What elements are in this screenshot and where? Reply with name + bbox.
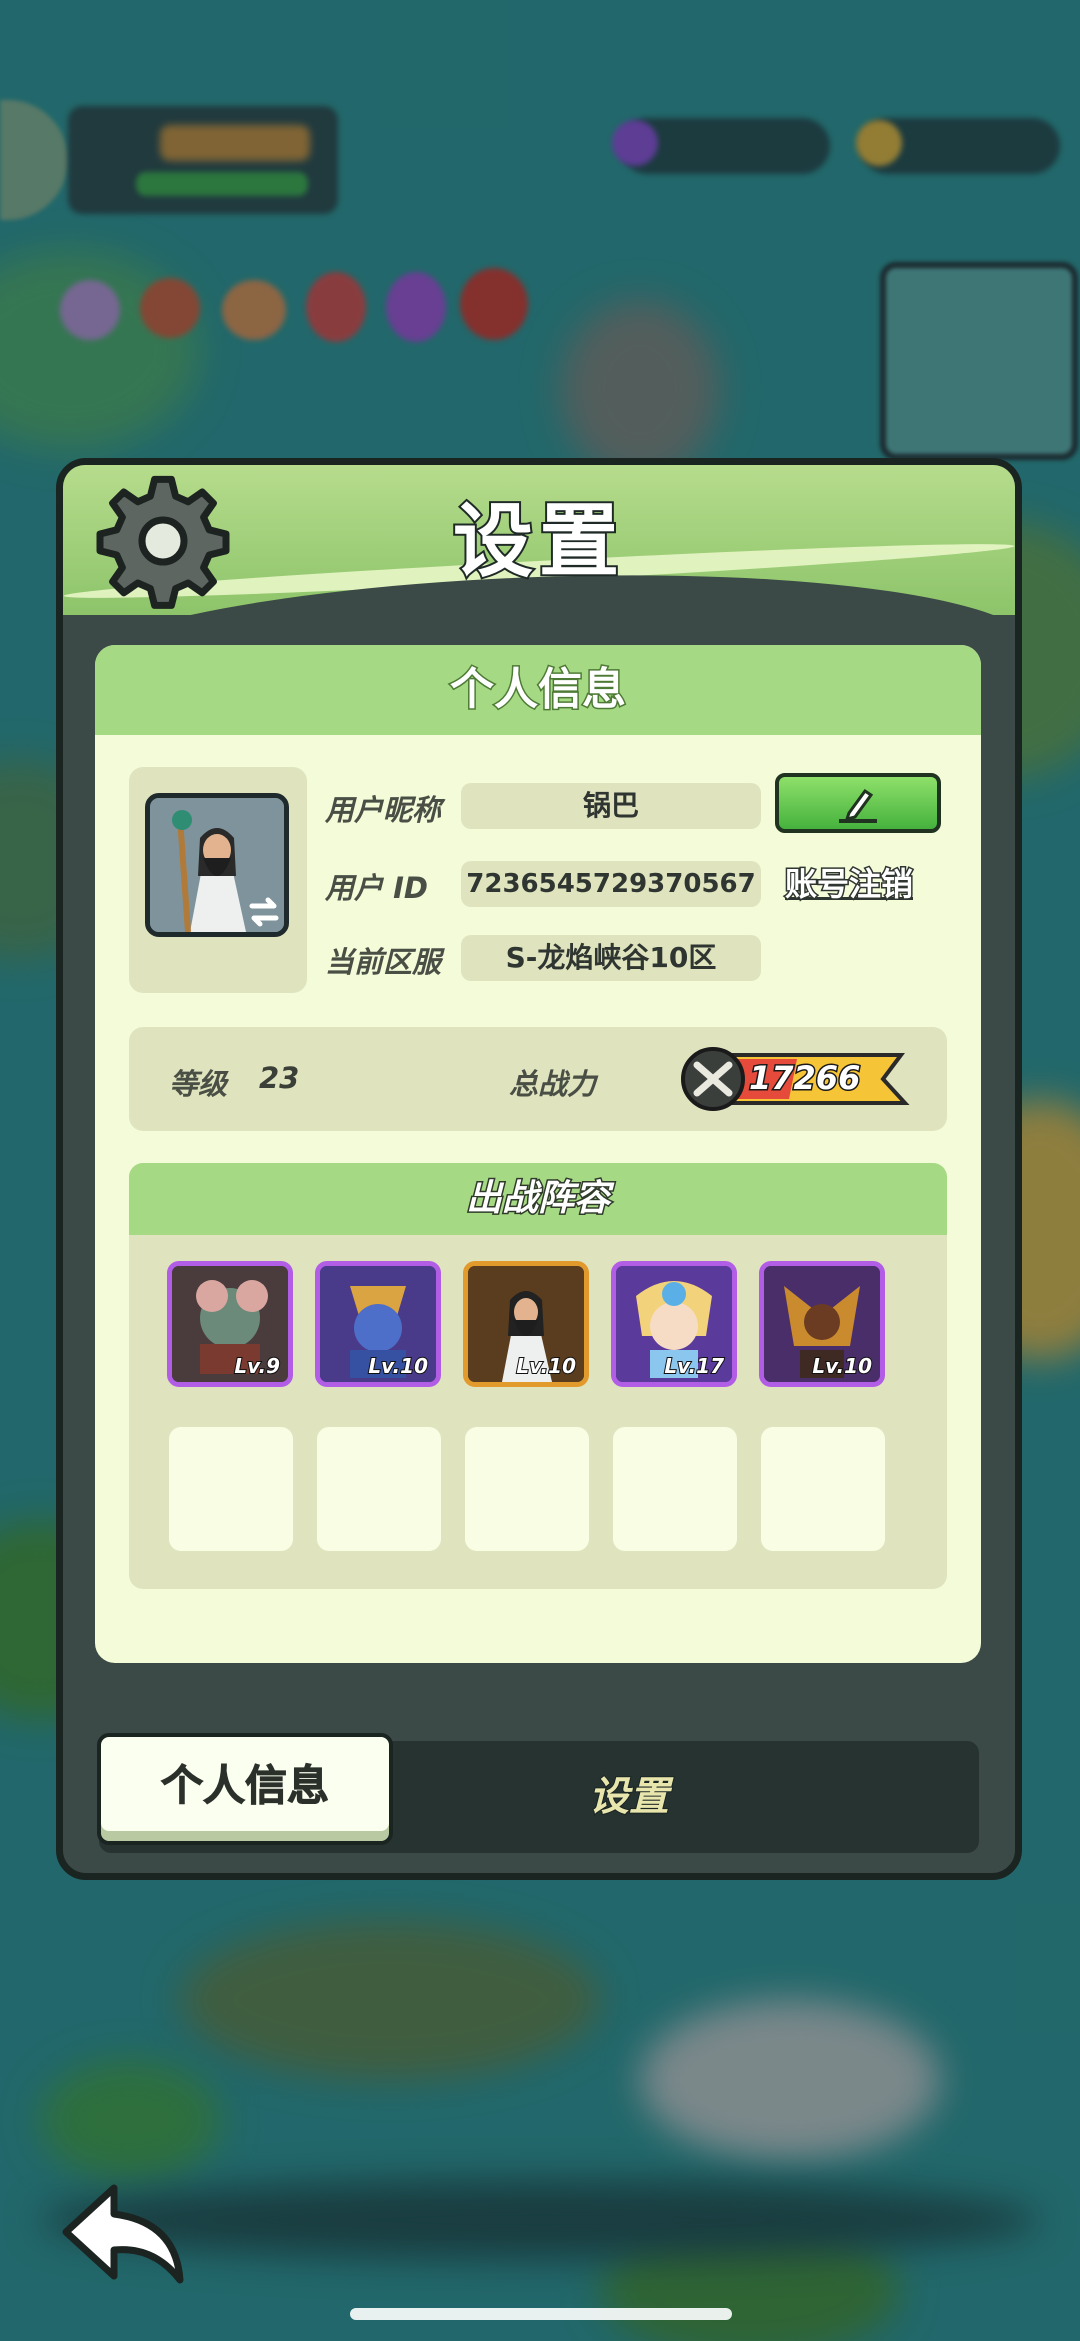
stats-row: 等级 23 总战力 17266: [129, 1027, 947, 1131]
power-badge: 17266: [677, 1041, 911, 1117]
power-label: 总战力: [509, 1067, 597, 1101]
settings-tabs: 个人信息 设置: [97, 1733, 979, 1853]
tab-settings[interactable]: 设置: [449, 1741, 809, 1853]
home-indicator[interactable]: [350, 2308, 732, 2320]
user-id-value: 7236545729370567: [461, 861, 761, 907]
hero-level: Lv.17: [663, 1353, 725, 1379]
team-lineup: 出战阵容 Lv.9 Lv.10 Lv.10 Lv.17 Lv.10: [129, 1163, 947, 1589]
hero-slot-4[interactable]: Lv.17: [611, 1261, 737, 1387]
hero-slot-5[interactable]: Lv.10: [759, 1261, 885, 1387]
settings-dialog: 设置 个人信息 用户昵称 锅巴 用户 ID 7236545729370567 账…: [56, 458, 1022, 1880]
nickname-label: 用户昵称: [325, 793, 442, 827]
empty-hero-slot[interactable]: [465, 1427, 589, 1551]
power-value: 17266: [747, 1058, 861, 1099]
user-id-label: 用户 ID: [325, 871, 428, 905]
avatar[interactable]: [145, 793, 289, 937]
level-value: 23: [259, 1061, 300, 1095]
dialog-title: 设置: [451, 493, 625, 590]
edit-nickname-button[interactable]: [775, 773, 941, 833]
personal-info-header: 个人信息: [95, 645, 981, 735]
hero-level: Lv.10: [811, 1353, 873, 1379]
tab-personal-info[interactable]: 个人信息: [97, 1733, 393, 1845]
hero-slot-1[interactable]: Lv.9: [167, 1261, 293, 1387]
empty-hero-slot[interactable]: [169, 1427, 293, 1551]
nickname-value: 锅巴: [461, 783, 761, 829]
hero-level: Lv.9: [233, 1353, 281, 1379]
personal-info-card: 个人信息 用户昵称 锅巴 用户 ID 7236545729370567 账号注销…: [95, 645, 981, 1663]
hero-slot-2[interactable]: Lv.10: [315, 1261, 441, 1387]
pencil-icon: [839, 788, 877, 823]
empty-hero-slot[interactable]: [761, 1427, 885, 1551]
level-label: 等级: [169, 1067, 228, 1101]
hero-level: Lv.10: [367, 1353, 429, 1379]
hero-level: Lv.10: [515, 1353, 577, 1379]
team-lineup-header: 出战阵容: [129, 1163, 947, 1235]
profile-avatar-box: [129, 767, 307, 993]
account-cancel-link[interactable]: 账号注销: [783, 859, 914, 905]
empty-hero-slot[interactable]: [613, 1427, 737, 1551]
hero-slot-3[interactable]: Lv.10: [463, 1261, 589, 1387]
back-arrow-icon[interactable]: [58, 2180, 194, 2288]
empty-hero-slot[interactable]: [317, 1427, 441, 1551]
server-value: S-龙焰峡谷10区: [461, 935, 761, 981]
server-label: 当前区服: [325, 945, 442, 979]
swap-icon[interactable]: [244, 892, 284, 932]
